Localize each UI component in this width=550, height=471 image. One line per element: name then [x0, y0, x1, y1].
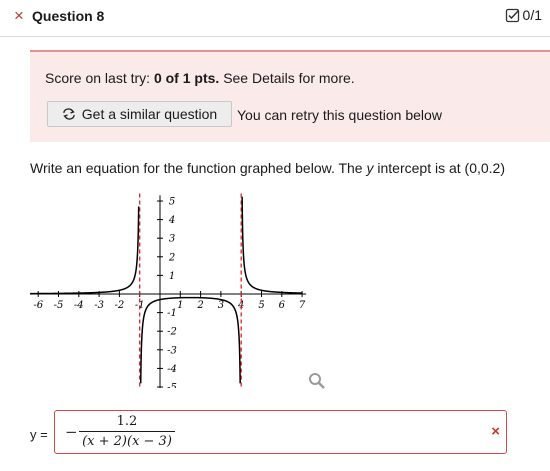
x-tick-label: 6 — [279, 300, 286, 311]
question-score: 0/1 — [505, 7, 542, 23]
function-graph: -7-6-5-4-3-2-1123456754321-1-2-3-4-5 — [30, 193, 307, 389]
y-tick-label: 2 — [168, 252, 175, 263]
refresh-icon — [63, 108, 75, 120]
answer-numerator: 1.2 — [116, 414, 138, 429]
retry-text: You can retry this question below — [237, 107, 442, 123]
x-tick-label: -5 — [54, 300, 64, 311]
question-title: Question 8 — [32, 8, 105, 24]
x-tick-label: -2 — [115, 300, 125, 311]
score-prefix: Score on last try: — [45, 70, 151, 86]
prompt-variable: y — [366, 160, 374, 176]
curve-left-branch — [30, 206, 140, 295]
y-tick-label: -2 — [167, 327, 177, 338]
incorrect-icon: × — [14, 6, 24, 25]
score-suffix: See Details for more. — [223, 70, 355, 86]
similar-question-label: Get a similar question — [81, 106, 218, 122]
y-tick-label: -5 — [167, 383, 177, 389]
score-line: Score on last try: 0 of 1 pts. See Detai… — [45, 70, 355, 86]
question-header: × Question 8 0/1 — [0, 0, 550, 37]
prompt-text-end: intercept is at (0,0.2) — [377, 160, 506, 176]
y-tick-label: -1 — [167, 308, 177, 319]
x-tick-label: -3 — [94, 300, 104, 311]
score-result: 0 of 1 pts. — [153, 70, 220, 86]
x-tick-label: 3 — [218, 300, 224, 311]
checkbox-icon — [505, 8, 519, 22]
question-prompt: Write an equation for the function graph… — [30, 160, 505, 176]
answer-label: y = — [30, 427, 48, 442]
y-tick-label: -4 — [167, 364, 177, 375]
x-tick-label: 2 — [196, 300, 203, 311]
y-tick-label: 5 — [169, 197, 175, 208]
curve-right-branch — [241, 196, 303, 294]
y-tick-label: 3 — [169, 234, 175, 245]
x-tick-label: 7 — [299, 300, 306, 311]
x-tick-label: -6 — [33, 300, 43, 311]
answer-input[interactable]: − 1.2 (x + 2)(x − 3) × — [54, 410, 507, 454]
answer-fraction: 1.2 (x + 2)(x − 3) — [79, 414, 175, 449]
y-tick-label: -3 — [167, 345, 177, 356]
y-tick-label: 4 — [168, 215, 175, 226]
answer-sign: − — [65, 423, 78, 441]
x-tick-label: -4 — [74, 300, 84, 311]
curve-middle-branch — [139, 296, 241, 384]
prompt-text: Write an equation for the function graph… — [30, 160, 363, 176]
wrong-answer-icon: × — [491, 423, 500, 440]
x-tick-label: 1 — [177, 300, 183, 311]
last-try-feedback: Score on last try: 0 of 1 pts. See Detai… — [30, 50, 550, 142]
answer-denominator: (x + 2)(x − 3) — [79, 431, 175, 449]
magnifier-icon[interactable] — [308, 372, 326, 390]
score-value: 0/1 — [522, 7, 542, 23]
x-tick-label: 5 — [258, 300, 264, 311]
y-tick-label: 1 — [169, 271, 175, 282]
similar-question-button[interactable]: Get a similar question — [47, 101, 232, 127]
